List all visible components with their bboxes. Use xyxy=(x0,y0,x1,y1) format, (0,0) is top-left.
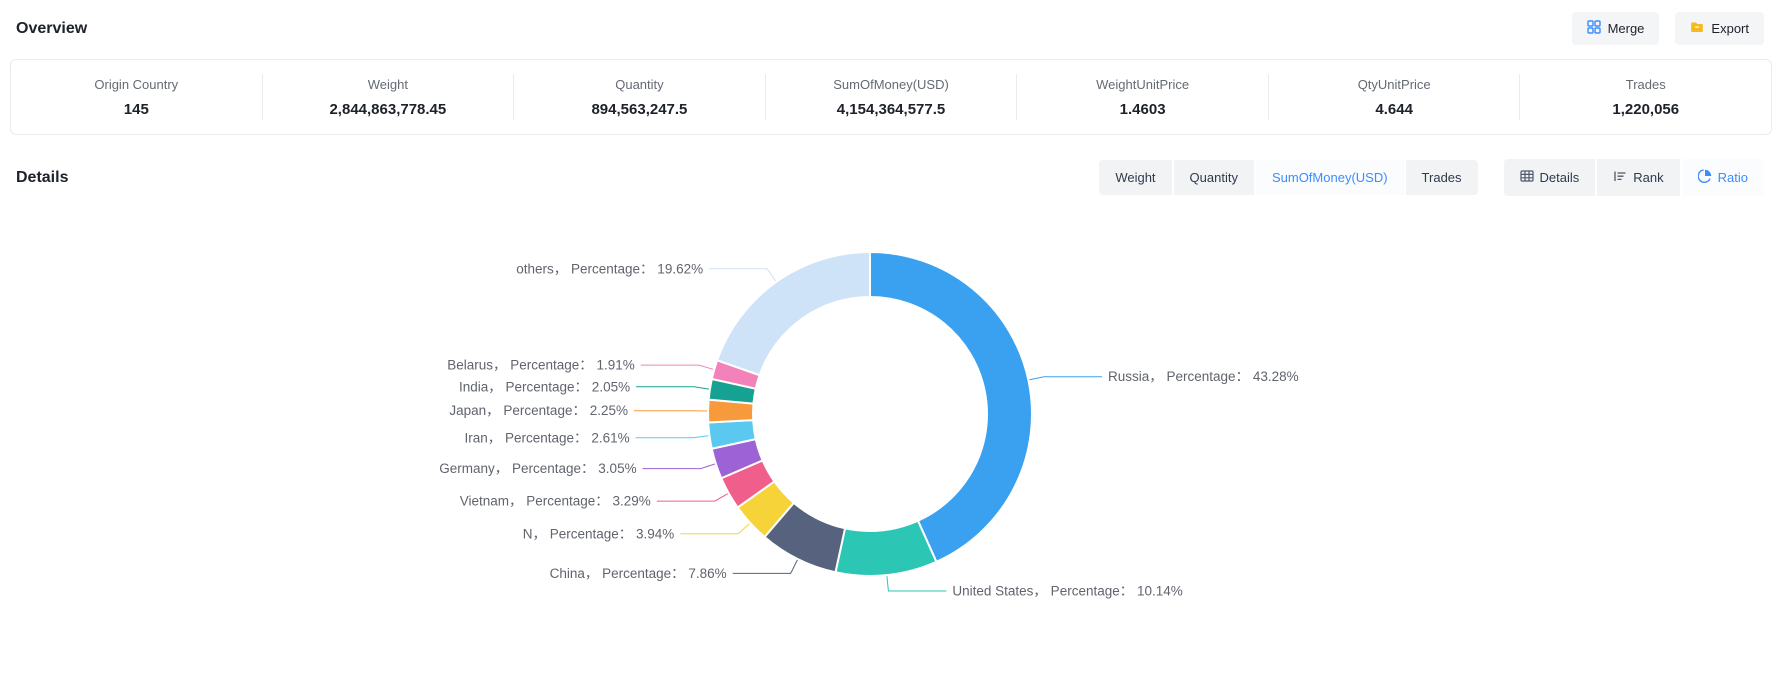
label-line-india xyxy=(636,387,709,389)
rank-icon xyxy=(1613,169,1627,186)
stat-value: 894,563,247.5 xyxy=(514,101,765,118)
pie-label-russia: Russia， Percentage： 43.28% xyxy=(1108,369,1299,384)
label-line-others xyxy=(709,269,776,281)
view-details-label: Details xyxy=(1540,170,1580,185)
stat-value: 2,844,863,778.45 xyxy=(263,101,514,118)
tab-trades[interactable]: Trades xyxy=(1406,160,1478,195)
ratio-donut-chart: Russia， Percentage： 43.28% United States，… xyxy=(0,206,1782,684)
view-ratio-button[interactable]: Ratio xyxy=(1682,159,1764,196)
stat-value: 1,220,056 xyxy=(1520,101,1771,118)
pie-label-germany: Germany， Percentage： 3.05% xyxy=(439,461,636,476)
page-title: Overview xyxy=(16,20,87,38)
pie-label-others: others， Percentage： 19.62% xyxy=(516,261,703,276)
pie-label-united-states: United States， Percentage： 10.14% xyxy=(952,584,1182,599)
stat-value: 1.4603 xyxy=(1017,101,1268,118)
pie-label-iran: Iran， Percentage： 2.61% xyxy=(465,430,630,445)
label-line-china xyxy=(733,560,798,574)
pie-slice-united-states[interactable] xyxy=(835,521,936,576)
tab-weight[interactable]: Weight xyxy=(1099,160,1173,195)
tab-sum-of-money[interactable]: SumOfMoney(USD) xyxy=(1256,160,1406,195)
stat-label: Quantity xyxy=(514,77,765,92)
view-rank-button[interactable]: Rank xyxy=(1597,159,1681,196)
stat-sum-of-money: SumOfMoney(USD) 4,154,364,577.5 xyxy=(766,77,1017,118)
view-switcher: Details Rank Ratio xyxy=(1504,159,1764,196)
pie-label-n: N， Percentage： 3.94% xyxy=(523,526,675,541)
view-details-button[interactable]: Details xyxy=(1504,159,1598,196)
pie-icon xyxy=(1698,169,1712,186)
stat-origin-country: Origin Country 145 xyxy=(11,77,262,118)
pie-label-belarus: Belarus， Percentage： 1.91% xyxy=(447,358,635,373)
stat-trades: Trades 1,220,056 xyxy=(1520,77,1771,118)
stat-label: QtyUnitPrice xyxy=(1269,77,1520,92)
pie-slice-russia[interactable] xyxy=(870,252,1032,562)
label-line-germany xyxy=(643,464,715,469)
view-ratio-label: Ratio xyxy=(1718,170,1748,185)
pie-label-india: India， Percentage： 2.05% xyxy=(459,379,630,394)
stat-qty-unit-price: QtyUnitPrice 4.644 xyxy=(1269,77,1520,118)
label-line-vietnam xyxy=(657,494,728,501)
stat-label: Weight xyxy=(263,77,514,92)
label-line-united-states xyxy=(887,576,947,591)
stat-weight-unit-price: WeightUnitPrice 1.4603 xyxy=(1017,77,1268,118)
details-header-row: Details Weight Quantity SumOfMoney(USD) … xyxy=(0,159,1782,196)
pie-label-china: China， Percentage： 7.86% xyxy=(550,566,727,581)
merge-icon xyxy=(1587,20,1601,37)
pie-label-vietnam: Vietnam， Percentage： 3.29% xyxy=(460,494,651,509)
label-line-n xyxy=(680,524,749,534)
stat-label: WeightUnitPrice xyxy=(1017,77,1268,92)
pie-label-japan: Japan， Percentage： 2.25% xyxy=(449,403,628,418)
view-rank-label: Rank xyxy=(1633,170,1663,185)
export-icon xyxy=(1690,20,1704,37)
donut-chart-svg: Russia， Percentage： 43.28% United States，… xyxy=(0,206,1782,684)
label-line-russia xyxy=(1029,377,1102,380)
overview-stats-card: Origin Country 145 Weight 2,844,863,778.… xyxy=(10,59,1772,135)
label-line-iran xyxy=(636,436,709,438)
label-line-belarus xyxy=(641,365,714,369)
details-title: Details xyxy=(16,169,1099,187)
stat-quantity: Quantity 894,563,247.5 xyxy=(514,77,765,118)
merge-button-label: Merge xyxy=(1608,21,1645,36)
export-button-label: Export xyxy=(1711,21,1749,36)
header: Overview Merge Export xyxy=(0,0,1782,55)
tab-quantity[interactable]: Quantity xyxy=(1174,160,1256,195)
export-button[interactable]: Export xyxy=(1675,12,1764,45)
stat-weight: Weight 2,844,863,778.45 xyxy=(263,77,514,118)
stat-value: 4,154,364,577.5 xyxy=(766,101,1017,118)
header-buttons: Merge Export xyxy=(1572,12,1764,45)
merge-button[interactable]: Merge xyxy=(1572,12,1660,45)
pie-slice-others[interactable] xyxy=(717,252,870,375)
stat-label: Origin Country xyxy=(11,77,262,92)
metric-tabs: Weight Quantity SumOfMoney(USD) Trades xyxy=(1099,160,1477,195)
stat-label: SumOfMoney(USD) xyxy=(766,77,1017,92)
stat-label: Trades xyxy=(1520,77,1771,92)
table-icon xyxy=(1520,169,1534,186)
stat-value: 145 xyxy=(11,101,262,118)
stat-value: 4.644 xyxy=(1269,101,1520,118)
